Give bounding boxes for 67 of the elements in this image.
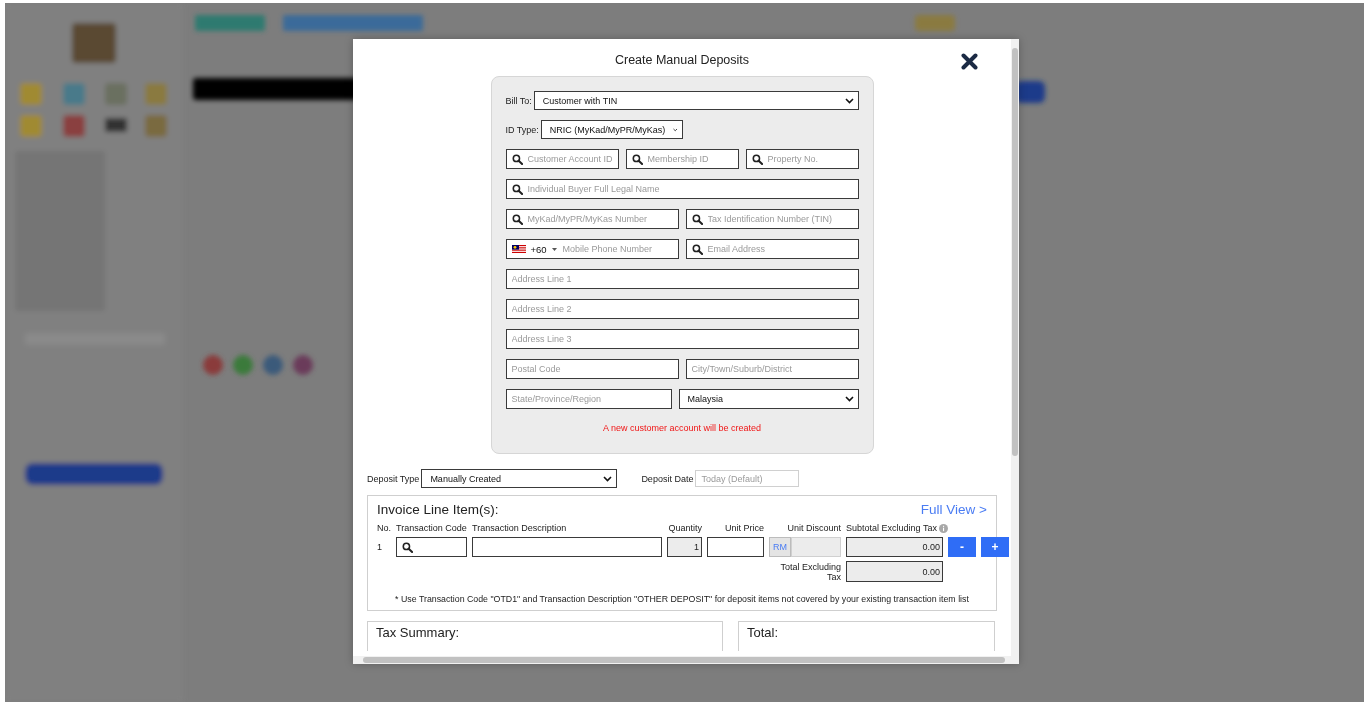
- card-title: Tax Summary:: [376, 625, 461, 640]
- date-field[interactable]: Today (Default): [695, 470, 800, 487]
- info-icon: [938, 523, 948, 533]
- field-label: Bill To:: [505, 95, 532, 106]
- text-field[interactable]: Address Line 3: [505, 329, 859, 349]
- chevron-down-icon: [673, 126, 678, 133]
- search-field[interactable]: Customer Account ID: [505, 149, 619, 169]
- search-icon: [691, 243, 703, 255]
- search-field[interactable]: MyKad/MyPR/MyKas Number: [505, 209, 679, 229]
- card-title: Total:: [747, 625, 780, 640]
- search-icon: [691, 213, 703, 225]
- close-button[interactable]: [959, 51, 979, 71]
- bill-to-select[interactable]: Customer with TIN: [533, 91, 859, 110]
- deposit-type-select[interactable]: Manually Created: [421, 469, 618, 488]
- search-icon: [402, 541, 413, 553]
- column-header: Transaction Code: [396, 523, 467, 533]
- currency-label: RM: [769, 537, 791, 557]
- text-field[interactable]: City/Town/Suburb/District: [685, 359, 859, 379]
- column-header: Unit Discount: [787, 523, 841, 533]
- column-header: No.: [377, 523, 391, 533]
- section-title: Invoice Line Item(s):: [377, 502, 499, 517]
- horizontal-scrollbar[interactable]: [353, 656, 1019, 664]
- country-code[interactable]: +60: [530, 243, 547, 255]
- full-view-link[interactable]: Full View >: [920, 502, 987, 517]
- remove-row-button[interactable]: -: [948, 537, 976, 557]
- search-icon: [631, 153, 643, 165]
- dialog-title: Create Manual Deposits: [614, 52, 750, 67]
- total-field[interactable]: 0.00: [846, 561, 943, 582]
- column-header: Quantity: [668, 523, 702, 533]
- search-field[interactable]: Individual Buyer Full Legal Name: [505, 179, 859, 199]
- field-label: Deposit Type: [367, 473, 420, 484]
- search-icon: [511, 213, 523, 225]
- vertical-scrollbar[interactable]: [1011, 39, 1019, 656]
- note-text: * Use Transaction Code "OTD1" and Transaction Description "OTHER DEPOSIT" for deposit items not covered by your existing transaction item list: [394, 594, 970, 604]
- total-label: Total Excluding Tax: [779, 561, 841, 582]
- chevron-down-icon: [844, 396, 854, 402]
- text-field[interactable]: State/Province/Region: [505, 389, 672, 409]
- search-field[interactable]: Property No.: [745, 149, 859, 169]
- discount-field[interactable]: [791, 537, 841, 557]
- search-icon: [511, 183, 523, 195]
- chevron-down-icon: [603, 475, 613, 482]
- flag-icon: [511, 245, 526, 253]
- country-select[interactable]: Malaysia: [678, 389, 859, 409]
- search-icon: [511, 153, 523, 165]
- column-header: Transaction Description: [472, 523, 567, 533]
- chevron-down-icon: [844, 97, 854, 104]
- text-field[interactable]: Postal Code: [505, 359, 679, 379]
- search-icon: [751, 153, 763, 165]
- field-label: ID Type:: [505, 124, 539, 135]
- search-field[interactable]: Email Address: [685, 239, 859, 259]
- field-label: Deposit Date: [641, 473, 694, 484]
- quantity-field[interactable]: 1: [667, 537, 702, 557]
- column-header: Subtotal Excluding Tax: [846, 523, 948, 533]
- notice-text: A new customer account will be created: [601, 423, 763, 433]
- description-field[interactable]: [472, 537, 662, 557]
- id-type-select[interactable]: NRIC (MyKad/MyPR/MyKas): [540, 120, 683, 139]
- search-field[interactable]: Membership ID: [625, 149, 739, 169]
- search-field[interactable]: Tax Identification Number (TIN): [685, 209, 859, 229]
- add-row-button[interactable]: +: [981, 537, 1009, 557]
- caret-icon: [551, 247, 557, 251]
- text-field[interactable]: Address Line 1: [505, 269, 859, 289]
- row-number: 1: [377, 542, 382, 552]
- transaction-code-field[interactable]: [396, 537, 467, 557]
- text-field[interactable]: Address Line 2: [505, 299, 859, 319]
- column-header: Unit Price: [725, 523, 764, 533]
- unit-price-field[interactable]: [707, 537, 764, 557]
- subtotal-field[interactable]: 0.00: [846, 537, 943, 557]
